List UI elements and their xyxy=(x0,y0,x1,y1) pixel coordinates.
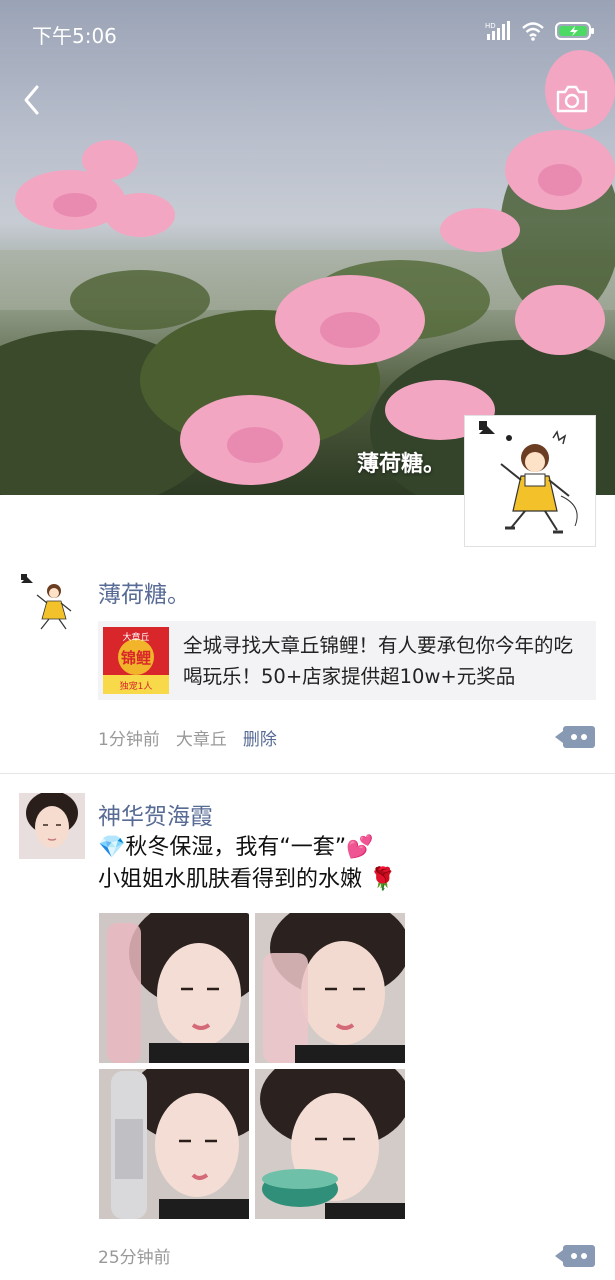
svg-text:独宠1人: 独宠1人 xyxy=(120,680,153,692)
post-text-line: 💎秋冬保湿，我有“一套”💕 xyxy=(98,835,374,860)
post-avatar[interactable] xyxy=(19,571,85,637)
wifi-icon xyxy=(521,21,545,45)
dot-icon xyxy=(581,734,587,740)
status-icons: HD xyxy=(485,20,595,46)
dot-icon xyxy=(571,1253,577,1259)
cartoon-girl-avatar xyxy=(479,421,578,534)
post-author[interactable]: 薄荷糖。 xyxy=(98,575,190,609)
camera-button[interactable] xyxy=(555,84,589,114)
svg-text:大章丘: 大章丘 xyxy=(122,631,149,643)
signal-icon: HD xyxy=(485,21,511,45)
post-photo[interactable] xyxy=(255,1069,405,1219)
back-button[interactable] xyxy=(18,82,48,118)
camera-icon xyxy=(556,85,588,113)
post-location[interactable]: 大章丘 xyxy=(176,725,227,750)
dot-icon xyxy=(571,734,577,740)
profile-name: 薄荷糖。 xyxy=(356,452,445,477)
post-time: 1分钟前 xyxy=(98,730,160,750)
post-meta: 25分钟前 xyxy=(98,1243,171,1268)
cartoon-girl-avatar-small xyxy=(19,571,85,637)
post-photo[interactable] xyxy=(99,913,249,1063)
svg-text:HD: HD xyxy=(485,22,496,30)
comment-button[interactable] xyxy=(555,1245,595,1267)
delete-link[interactable]: 删除 xyxy=(243,725,277,750)
post-avatar[interactable] xyxy=(19,793,85,859)
divider xyxy=(0,773,615,774)
post-text-line: 小姐姐水肌肤看得到的水嫩 🌹 xyxy=(98,867,397,892)
profile-avatar[interactable] xyxy=(464,415,596,547)
post-photo[interactable] xyxy=(255,913,405,1063)
comment-button[interactable] xyxy=(555,726,595,748)
post-time: 25分钟前 xyxy=(98,1248,171,1268)
status-time: 下午5:06 xyxy=(32,24,117,48)
post-author[interactable]: 神华贺海霞 xyxy=(98,797,213,831)
chevron-left-icon xyxy=(24,85,39,115)
battery-icon xyxy=(555,21,595,45)
svg-text:锦鲤: 锦鲤 xyxy=(121,649,151,667)
status-bar: 下午5:06 HD xyxy=(0,0,615,68)
post-meta: 1分钟前 大章丘 删除 xyxy=(98,725,277,750)
post-photo[interactable] xyxy=(99,1069,249,1219)
dot-icon xyxy=(581,1253,587,1259)
shared-link-title: 全城寻找大章丘锦鲤！有人要承包你今年的吃喝玩乐！50+店家提供超10w+元奖品 xyxy=(183,634,574,688)
selfie-avatar xyxy=(19,793,85,859)
shared-link-thumbnail: 大章丘 锦鲤 独宠1人 xyxy=(103,627,169,694)
shared-link-card[interactable]: 大章丘 锦鲤 独宠1人 全城寻找大章丘锦鲤！有人要承包你今年的吃喝玩乐！50+店… xyxy=(98,621,596,700)
